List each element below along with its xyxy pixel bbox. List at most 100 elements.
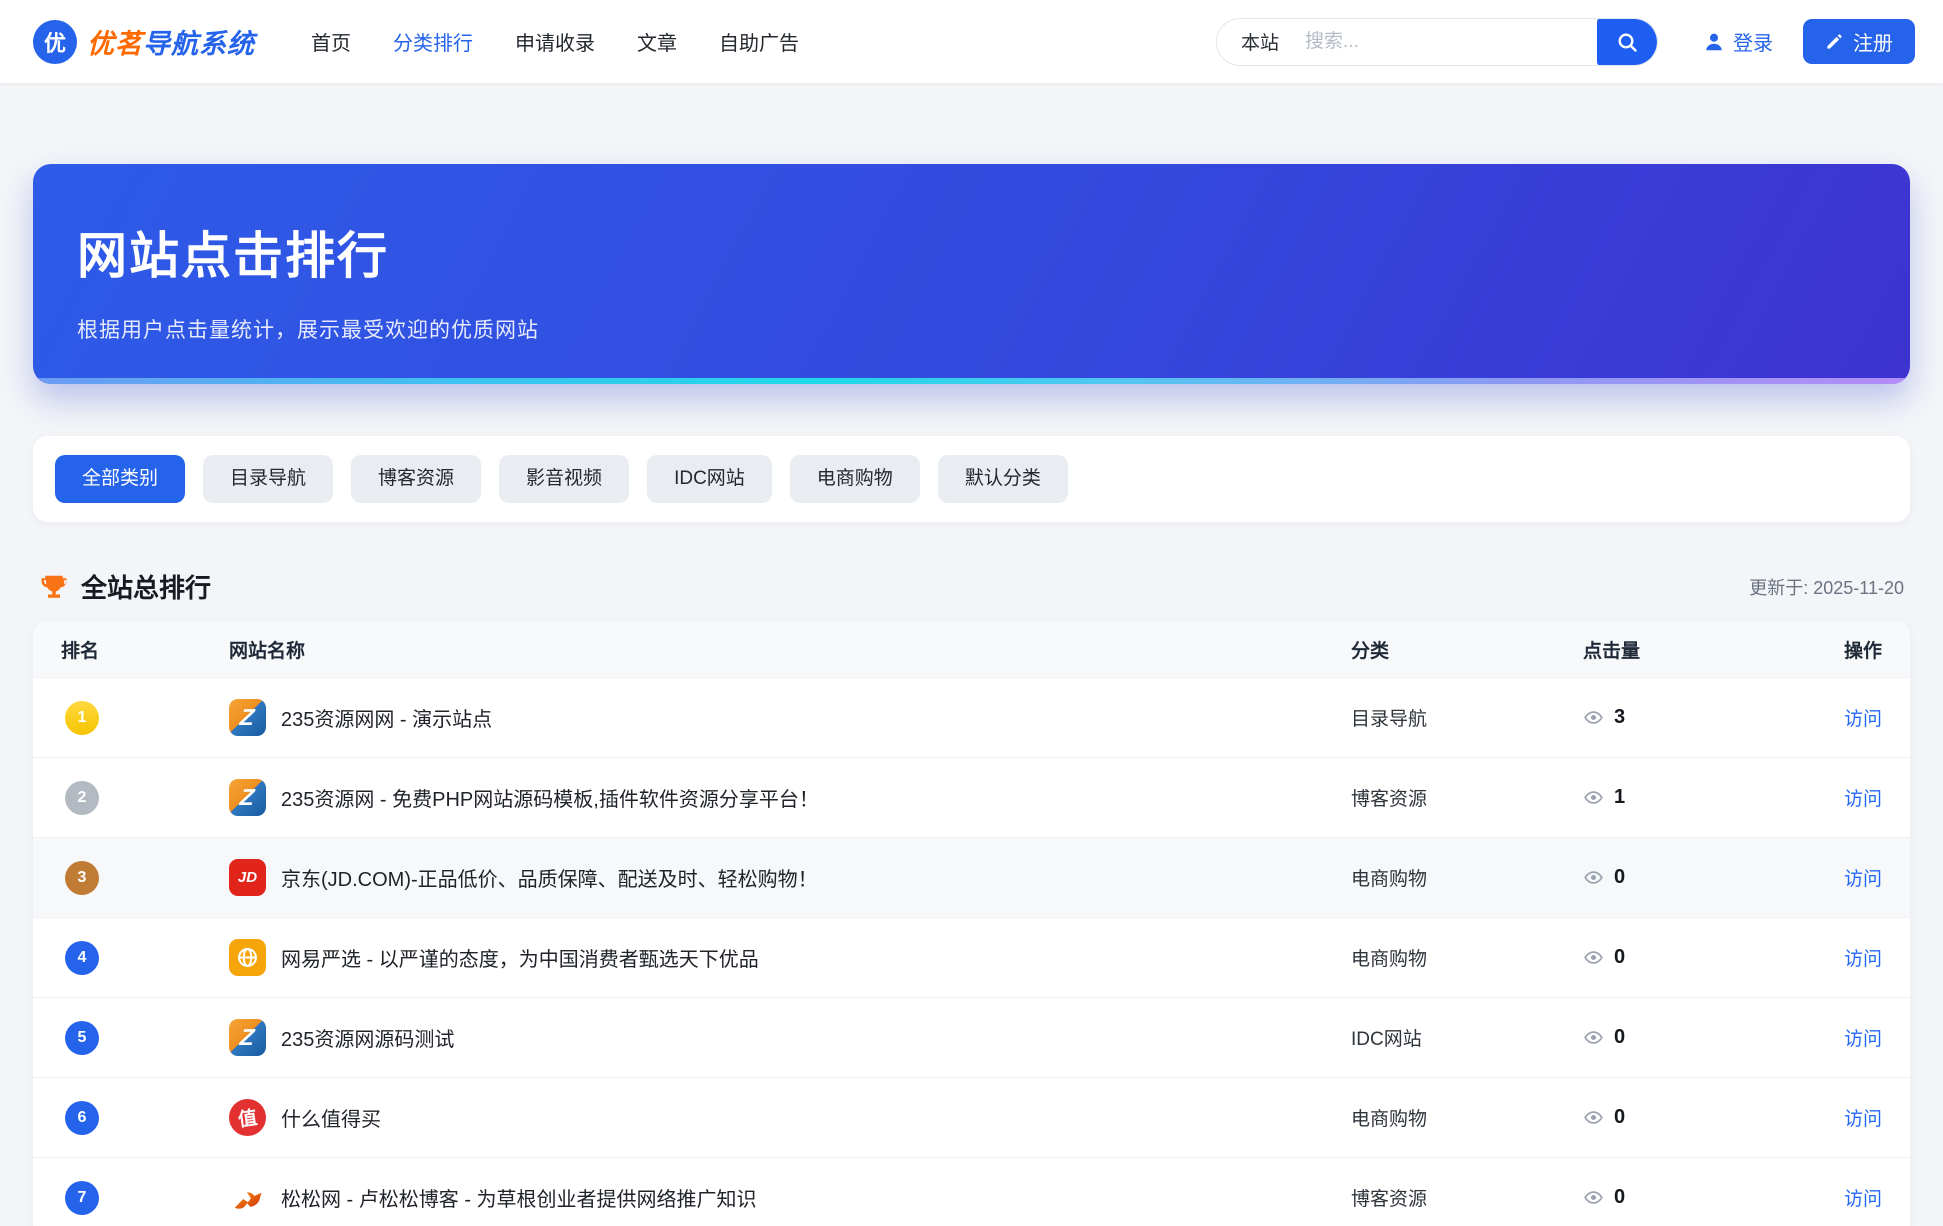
clicks-cell: 1 (1583, 786, 1805, 809)
header-rank: 排名 (61, 636, 229, 663)
235-site-favicon: Z (229, 699, 266, 736)
trophy-icon (39, 572, 69, 602)
nav-item-self-ads[interactable]: 自助广告 (719, 27, 799, 56)
category-pill-directory-nav[interactable]: 目录导航 (203, 455, 333, 503)
site-category: 博客资源 (1351, 1184, 1583, 1211)
235-site-favicon: Z (229, 779, 266, 816)
eye-icon (1583, 707, 1604, 728)
section-heading-row: 全站总排行 更新于: 2025-11-20 (39, 568, 1904, 605)
category-pill-all[interactable]: 全部类别 (55, 455, 185, 503)
235-site-favicon: Z (229, 1019, 266, 1056)
site-category: 博客资源 (1351, 784, 1583, 811)
site-name[interactable]: 235资源网 - 免费PHP网站源码模板,插件软件资源分享平台！ (281, 783, 819, 812)
eye-icon (1583, 867, 1604, 888)
header-clicks: 点击量 (1583, 636, 1805, 663)
search-icon (1615, 30, 1639, 54)
site-name[interactable]: 京东(JD.COM)-正品低价、品质保障、配送及时、轻松购物！ (281, 863, 818, 892)
category-pill-idc[interactable]: IDC网站 (647, 455, 772, 503)
site-cell: Z 235资源网网 - 演示站点 (229, 699, 1351, 736)
clicks-count: 0 (1614, 1106, 1625, 1129)
clicks-count: 0 (1614, 1186, 1625, 1209)
search-bar: 本站 (1216, 18, 1658, 66)
clicks-cell: 0 (1583, 1106, 1805, 1129)
ranking-rows: 1 Z 235资源网网 - 演示站点 目录导航 3 访问 2 Z 235资源网 … (33, 677, 1910, 1226)
clicks-cell: 0 (1583, 1026, 1805, 1049)
rank-badge: 3 (65, 861, 99, 895)
user-icon (1703, 31, 1725, 53)
visit-link[interactable]: 访问 (1844, 1189, 1882, 1210)
table-header-row: 排名 网站名称 分类 点击量 操作 (33, 621, 1910, 677)
rank-cell: 2 (61, 781, 229, 815)
rank-cell: 1 (61, 701, 229, 735)
site-name[interactable]: 网易严选 - 以严谨的态度，为中国消费者甄选天下优品 (281, 943, 759, 972)
table-row: 6 值 什么值得买 电商购物 0 访问 (33, 1077, 1910, 1157)
site-cell: Z 235资源网 - 免费PHP网站源码模板,插件软件资源分享平台！ (229, 779, 1351, 816)
clicks-count: 0 (1614, 866, 1625, 889)
site-name[interactable]: 235资源网源码测试 (281, 1023, 454, 1052)
search-button[interactable] (1597, 18, 1657, 66)
ranking-table: 排名 网站名称 分类 点击量 操作 1 Z 235资源网网 - 演示站点 目录导… (33, 621, 1910, 1226)
table-row: 4 网易严选 - 以严谨的态度，为中国消费者甄选天下优品 电商购物 0 访问 (33, 917, 1910, 997)
site-category: 目录导航 (1351, 704, 1583, 731)
site-name[interactable]: 什么值得买 (281, 1103, 381, 1132)
visit-link[interactable]: 访问 (1844, 1029, 1882, 1050)
yanxuan-globe-favicon (229, 939, 266, 976)
eye-icon (1583, 787, 1604, 808)
site-cell: 松松网 - 卢松松博客 - 为草根创业者提供网络推广知识 (229, 1179, 1351, 1216)
clicks-count: 3 (1614, 706, 1625, 729)
nav-item-submit-site[interactable]: 申请收录 (515, 27, 595, 56)
table-row: 7 松松网 - 卢松松博客 - 为草根创业者提供网络推广知识 博客资源 0 (33, 1157, 1910, 1226)
site-category: 电商购物 (1351, 864, 1583, 891)
rank-badge: 7 (65, 1181, 99, 1215)
site-name[interactable]: 235资源网网 - 演示站点 (281, 703, 492, 732)
header: 优 优茗导航系统 首页 分类排行 申请收录 文章 自助广告 本站 登录 (0, 0, 1943, 83)
clicks-cell: 0 (1583, 1186, 1805, 1209)
search-input[interactable] (1279, 31, 1597, 53)
category-pill-blog-resource[interactable]: 博客资源 (351, 455, 481, 503)
visit-link[interactable]: 访问 (1844, 1109, 1882, 1130)
rank-cell: 4 (61, 941, 229, 975)
eye-icon (1583, 947, 1604, 968)
brand-name-primary: 优茗 (87, 29, 143, 59)
register-label: 注册 (1853, 27, 1893, 56)
search-scope-selector[interactable]: 本站 (1217, 28, 1279, 55)
site-name[interactable]: 松松网 - 卢松松博客 - 为草根创业者提供网络推广知识 (281, 1183, 757, 1212)
action-cell: 访问 (1805, 1104, 1882, 1131)
hero-gradient-strip (33, 378, 1910, 384)
login-label: 登录 (1733, 27, 1773, 56)
site-cell: Z 235资源网源码测试 (229, 1019, 1351, 1056)
clicks-count: 0 (1614, 946, 1625, 969)
nav-item-articles[interactable]: 文章 (637, 27, 677, 56)
eye-icon (1583, 1187, 1604, 1208)
site-cell: JD 京东(JD.COM)-正品低价、品质保障、配送及时、轻松购物！ (229, 859, 1351, 896)
table-row: 2 Z 235资源网 - 免费PHP网站源码模板,插件软件资源分享平台！ 博客资… (33, 757, 1910, 837)
rank-cell: 7 (61, 1181, 229, 1215)
category-pill-default[interactable]: 默认分类 (938, 455, 1068, 503)
rank-cell: 5 (61, 1021, 229, 1055)
action-cell: 访问 (1805, 944, 1882, 971)
jd-favicon: JD (229, 859, 266, 896)
category-pill-video[interactable]: 影音视频 (499, 455, 629, 503)
register-button[interactable]: 注册 (1803, 19, 1915, 64)
brand-name: 优茗导航系统 (87, 22, 255, 61)
pencil-icon (1825, 32, 1844, 51)
site-category: 电商购物 (1351, 1104, 1583, 1131)
login-button[interactable]: 登录 (1703, 27, 1773, 56)
nav-item-home[interactable]: 首页 (311, 27, 351, 56)
eye-icon (1583, 1027, 1604, 1048)
table-row: 5 Z 235资源网源码测试 IDC网站 0 访问 (33, 997, 1910, 1077)
rank-badge: 6 (65, 1101, 99, 1135)
visit-link[interactable]: 访问 (1844, 869, 1882, 890)
page-title: 网站点击排行 (33, 164, 1910, 288)
visit-link[interactable]: 访问 (1844, 789, 1882, 810)
page-subtitle: 根据用户点击量统计，展示最受欢迎的优质网站 (77, 314, 1910, 344)
nav-item-category-rank[interactable]: 分类排行 (393, 27, 473, 56)
clicks-cell: 0 (1583, 946, 1805, 969)
visit-link[interactable]: 访问 (1844, 949, 1882, 970)
header-action: 操作 (1805, 636, 1882, 663)
site-logo-icon[interactable]: 优 (33, 20, 77, 64)
rank-badge: 1 (65, 701, 99, 735)
category-pill-ecommerce[interactable]: 电商购物 (790, 455, 920, 503)
clicks-count: 0 (1614, 1026, 1625, 1049)
visit-link[interactable]: 访问 (1844, 709, 1882, 730)
